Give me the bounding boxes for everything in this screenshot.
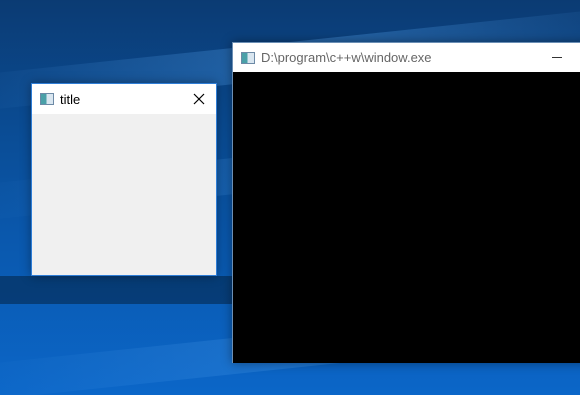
small-window-titlebar[interactable]: title	[32, 84, 216, 114]
console-window-titlebar[interactable]: D:\program\c++w\window.exe	[233, 43, 580, 72]
desktop-background: title D:\program\c++w\window.exe	[0, 0, 580, 395]
close-button[interactable]	[182, 84, 216, 114]
small-window-client-area[interactable]	[32, 114, 216, 275]
small-window-title: title	[60, 91, 81, 107]
window-app-icon	[40, 93, 54, 105]
console-output-area[interactable]	[233, 72, 580, 363]
small-window[interactable]: title	[31, 83, 217, 276]
minimize-button[interactable]	[534, 43, 580, 72]
console-window[interactable]: D:\program\c++w\window.exe	[232, 42, 580, 363]
console-window-title: D:\program\c++w\window.exe	[261, 50, 432, 65]
close-icon	[193, 93, 205, 105]
minimize-icon	[552, 57, 562, 58]
console-app-icon	[241, 51, 255, 64]
